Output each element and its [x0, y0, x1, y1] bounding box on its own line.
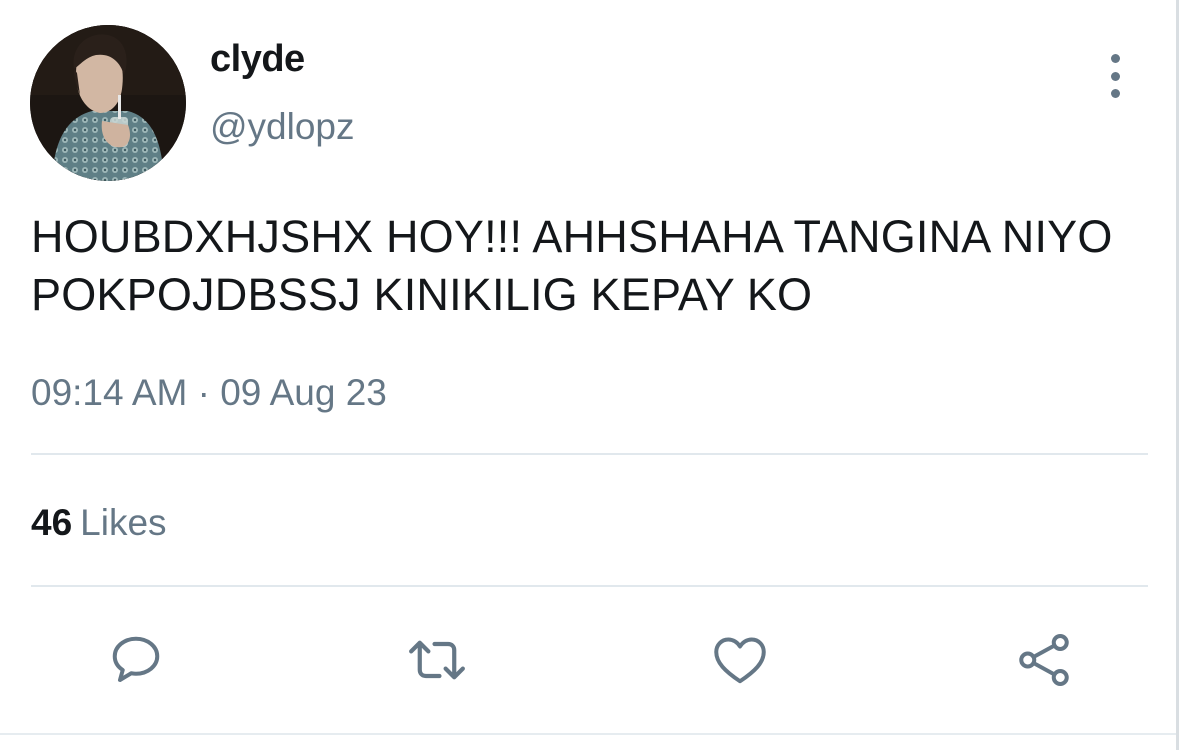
- tweet-text: HOUBDXHJSHX HOY!!! AHHSHAHA TANGINA NIYO…: [31, 211, 1113, 320]
- likes-label: Likes: [80, 502, 167, 543]
- retweet-button[interactable]: [405, 628, 469, 692]
- bottom-divider: [0, 733, 1179, 735]
- divider: [31, 585, 1148, 587]
- likes-count: 46: [31, 502, 73, 543]
- avatar[interactable]: [30, 25, 186, 181]
- tweet-timestamp[interactable]: 09:14 AM · 09 Aug 23: [31, 372, 387, 414]
- share-button[interactable]: [1012, 628, 1076, 692]
- more-vertical-icon: [1110, 54, 1120, 63]
- reply-icon: [112, 636, 160, 682]
- divider: [31, 453, 1148, 455]
- more-vertical-icon-dot: [1110, 89, 1120, 98]
- reply-button[interactable]: [104, 628, 168, 692]
- author-handle[interactable]: @ydlopz: [210, 106, 355, 148]
- likes-stat[interactable]: 46 Likes: [31, 502, 167, 544]
- heart-icon: [714, 637, 766, 684]
- more-vertical-icon-dot: [1110, 71, 1120, 81]
- retweet-icon: [409, 640, 465, 680]
- more-options-button[interactable]: [1098, 54, 1132, 98]
- share-icon: [1019, 634, 1069, 686]
- author-display-name[interactable]: clyde: [210, 38, 305, 81]
- like-button[interactable]: [708, 628, 772, 692]
- tweet-detail: clyde @ydlopz HOUBDXHJSHX HOY!!! AHHSHAH…: [0, 0, 1179, 750]
- avatar-photo: [30, 25, 186, 181]
